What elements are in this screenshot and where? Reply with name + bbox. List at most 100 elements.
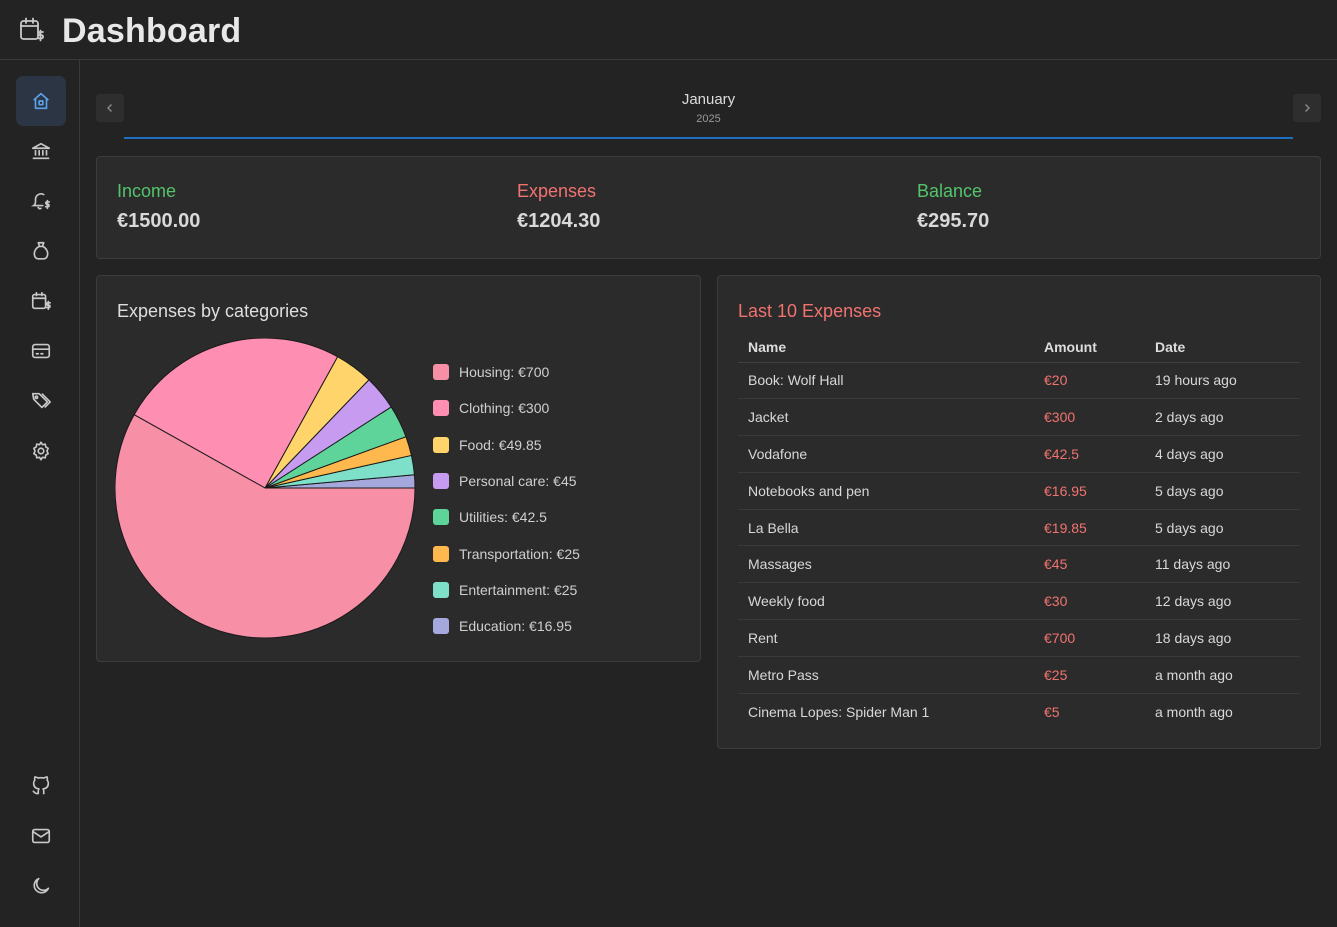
chart-title: Expenses by categories: [117, 301, 309, 321]
expense-date: 12 days ago: [1145, 582, 1300, 621]
sidebar-item-budgets[interactable]: [16, 276, 66, 326]
table-row[interactable]: Vodafone €42.5 4 days ago: [738, 435, 1300, 473]
legend-label: Personal care: €45: [459, 473, 577, 490]
sidebar-item-categories[interactable]: [16, 376, 66, 426]
table-row[interactable]: Jacket €300 2 days ago: [738, 398, 1300, 437]
income-stat: Income €1500.00: [117, 181, 200, 233]
expense-date: 19 hours ago: [1145, 362, 1300, 400]
legend-item: Housing: €700: [433, 354, 580, 390]
sidebar-item-reminders[interactable]: [16, 176, 66, 226]
legend-swatch: [433, 581, 449, 598]
sidebar-item-savings[interactable]: [16, 226, 66, 276]
expense-amount: €700: [1034, 619, 1145, 657]
expense-amount: €19.85: [1034, 509, 1145, 547]
credit-card-icon: [31, 343, 51, 359]
bell-dollar-icon: [30, 193, 51, 210]
table-row[interactable]: Notebooks and pen €16.95 5 days ago: [738, 472, 1300, 510]
github-link[interactable]: [16, 761, 66, 811]
table-row[interactable]: Massages €45 11 days ago: [738, 545, 1300, 584]
sidebar: [0, 60, 80, 927]
expense-date: 18 days ago: [1145, 619, 1300, 657]
legend-swatch: [433, 400, 449, 417]
home-icon: [33, 92, 49, 110]
expense-amount: €42.5: [1034, 435, 1145, 473]
legend-swatch: [433, 545, 449, 562]
column-header-name[interactable]: Name: [738, 332, 1034, 363]
sidebar-item-settings[interactable]: [16, 426, 66, 476]
expense-date: 5 days ago: [1145, 472, 1300, 510]
chart-legend: Housing: €700 Clothing: €300 Food: €49.8…: [433, 354, 580, 644]
column-header-date[interactable]: Date: [1145, 332, 1300, 363]
expense-name: Notebooks and pen: [738, 472, 1034, 510]
sidebar-item-accounts[interactable]: [16, 126, 66, 176]
next-month-button[interactable]: [1293, 94, 1321, 122]
expense-date: a month ago: [1155, 703, 1233, 720]
expense-date: 4 days ago: [1145, 435, 1300, 473]
legend-item: Transportation: €25: [433, 535, 580, 571]
expense-name: Jacket: [738, 398, 1034, 437]
last-expenses-card: Last 10 Expenses Name Amount Date Book: …: [717, 275, 1321, 749]
expenses-value: €1204.30: [517, 210, 601, 232]
github-icon: [32, 776, 50, 795]
legend-label: Education: €16.95: [459, 618, 572, 635]
calendar-dollar-icon: [20, 17, 44, 42]
month-selector: January 2025: [96, 88, 1321, 140]
legend-swatch: [433, 436, 449, 453]
expense-amount: €300: [1034, 398, 1145, 437]
table-row[interactable]: La Bella €19.85 5 days ago: [738, 509, 1300, 547]
theme-toggle[interactable]: [16, 861, 66, 911]
top-bar: Dashboard: [0, 0, 1337, 60]
page-title: Dashboard: [62, 12, 242, 50]
table-row[interactable]: Cinema Lopes: Spider Man 1 €5 a month ago: [738, 693, 1300, 730]
sidebar-item-home[interactable]: [16, 76, 66, 126]
expense-name: Vodafone: [738, 435, 1034, 473]
contact-link[interactable]: [16, 811, 66, 861]
month-label: January: [681, 91, 736, 108]
expenses-table: Name Amount Date Book: Wolf Hall €20 19 ho…: [738, 332, 1300, 730]
expense-amount: €45: [1034, 545, 1145, 584]
mail-icon: [31, 828, 51, 844]
table-row[interactable]: Rent €700 18 days ago: [738, 619, 1300, 657]
bank-icon: [31, 142, 51, 160]
expense-amount: €25: [1034, 656, 1145, 694]
expense-date: 11 days ago: [1145, 545, 1300, 584]
pie-chart: [115, 338, 416, 639]
expense-amount: €16.95: [1034, 472, 1145, 510]
expense-name: Book: Wolf Hall: [738, 362, 1034, 400]
expense-name: Cinema Lopes: Spider Man 1: [748, 703, 930, 720]
balance-value: €295.70: [917, 210, 990, 232]
legend-item: Clothing: €300: [433, 390, 580, 426]
calendar-dollar-icon: [31, 291, 51, 311]
legend-swatch: [433, 364, 449, 381]
expense-amount: €20: [1034, 362, 1145, 400]
expenses-label: Expenses: [517, 181, 597, 201]
expense-amount: €30: [1034, 582, 1145, 621]
table-header-row: Name Amount Date: [738, 332, 1300, 363]
moon-icon: [33, 877, 50, 894]
expense-amount: €5: [1044, 703, 1060, 720]
year-label: 2025: [696, 113, 721, 125]
tags-icon: [31, 392, 51, 409]
legend-label: Clothing: €300: [459, 400, 550, 417]
expense-date: 2 days ago: [1145, 398, 1300, 437]
table-row[interactable]: Metro Pass €25 a month ago: [738, 656, 1300, 694]
expense-date: 5 days ago: [1145, 509, 1300, 547]
gear-icon: [33, 441, 49, 461]
income-value: €1500.00: [117, 210, 201, 232]
balance-label: Balance: [917, 181, 983, 201]
table-row[interactable]: Book: Wolf Hall €20 19 hours ago: [738, 362, 1300, 400]
legend-label: Entertainment: €25: [459, 581, 578, 598]
chevron-right-icon: [1305, 104, 1310, 112]
summary-card: Income €1500.00 Expenses €1204.30 Balanc…: [96, 156, 1321, 259]
expense-name: Metro Pass: [738, 656, 1034, 694]
column-header-amount[interactable]: Amount: [1034, 332, 1145, 363]
income-label: Income: [117, 181, 177, 201]
legend-swatch: [433, 473, 449, 490]
expense-name: La Bella: [738, 509, 1034, 547]
legend-label: Housing: €700: [459, 364, 550, 381]
legend-item: Personal care: €45: [433, 463, 580, 499]
legend-item: Education: €16.95: [433, 608, 580, 644]
sidebar-item-cards[interactable]: [16, 326, 66, 376]
table-row[interactable]: Weekly food €30 12 days ago: [738, 582, 1300, 621]
expense-name: Weekly food: [738, 582, 1034, 621]
